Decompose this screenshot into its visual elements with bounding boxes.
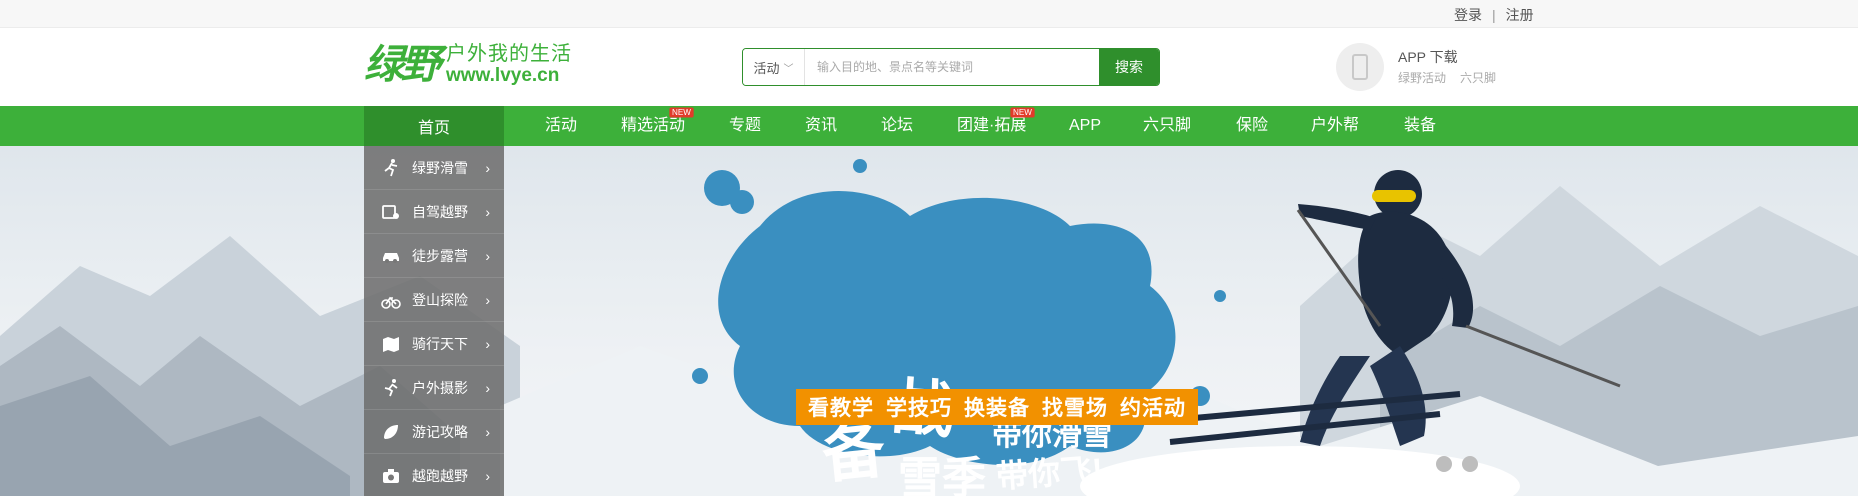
carousel-dot-2[interactable]: [1436, 456, 1452, 472]
category-side-menu: 绿野滑雪 › 自驾越野 › 徒步露营 › 登山探险 › 骑行天下 › 户外摄影 …: [364, 146, 504, 498]
search-bar: 活动 ﹀ 搜索: [742, 48, 1160, 86]
slogan-item: 换装备: [964, 397, 1030, 420]
side-item-travelogue[interactable]: 游记攻略 ›: [364, 410, 504, 454]
nav-item-topics[interactable]: 专题: [729, 106, 761, 146]
side-item-label: 骑行天下: [412, 335, 468, 352]
nav-item-label: 户外帮: [1311, 117, 1360, 134]
banner-title-c: 雪季: [898, 454, 986, 496]
jeep-icon: [380, 201, 402, 223]
map-icon: [380, 333, 402, 355]
side-item-label: 户外摄影: [412, 379, 468, 396]
nav-item-label: 团建·拓展: [957, 117, 1027, 134]
register-link[interactable]: 注册: [1506, 5, 1534, 25]
header: 绿野 户外我的生活 www.lvye.cn 活动 ﹀ 搜索 APP 下载 绿野活…: [0, 28, 1858, 106]
chevron-right-icon: ›: [485, 203, 490, 220]
nav-item-team-building[interactable]: 团建·拓展 NEW: [957, 106, 1035, 146]
slogan-item: 找雪场: [1042, 397, 1108, 420]
app-link-lvye[interactable]: 绿野活动: [1398, 71, 1446, 85]
app-download: APP 下载 绿野活动 六只脚: [1336, 42, 1496, 92]
chevron-right-icon: ›: [485, 467, 490, 484]
side-item-offroad[interactable]: 自驾越野 ›: [364, 190, 504, 234]
search-input[interactable]: [805, 49, 1099, 85]
account-links: 登录 | 注册: [1454, 5, 1534, 25]
phone-icon[interactable]: [1336, 43, 1384, 91]
side-item-label: 绿野滑雪: [412, 159, 468, 176]
divider: |: [1492, 7, 1496, 23]
side-item-label: 自驾越野: [412, 203, 468, 220]
logo-text: 户外我的生活 www.lvye.cn: [446, 43, 572, 87]
nav-item-news[interactable]: 资讯: [805, 106, 837, 146]
slogan-item: 看教学: [808, 397, 874, 420]
nav-item-gear[interactable]: 装备: [1404, 106, 1436, 146]
nav-home[interactable]: 首页: [364, 106, 504, 146]
side-item-trail-running[interactable]: 越跑越野 ›: [364, 454, 504, 498]
nav-item-label: 六只脚: [1143, 117, 1192, 134]
chevron-right-icon: ›: [485, 335, 490, 352]
slogan-item: 约活动: [1120, 397, 1186, 420]
nav-item-6zhijiao[interactable]: 六只脚: [1143, 106, 1191, 146]
logo-url: www.lvye.cn: [446, 65, 560, 86]
side-item-label: 游记攻略: [412, 423, 468, 440]
chevron-right-icon: ›: [485, 423, 490, 440]
chevron-right-icon: ›: [485, 247, 490, 264]
app-links: 绿野活动 六只脚: [1398, 68, 1496, 88]
app-download-title[interactable]: APP 下载: [1398, 46, 1496, 68]
chevron-right-icon: ›: [485, 159, 490, 176]
nav-item-featured[interactable]: 精选活动 NEW: [621, 106, 694, 146]
slogan-item: 学技巧: [886, 397, 952, 420]
logo-slogan: 户外我的生活: [446, 43, 572, 65]
carousel-dot-3[interactable]: [1462, 456, 1478, 472]
side-item-label: 越跑越野: [412, 467, 468, 484]
side-item-ski[interactable]: 绿野滑雪 ›: [364, 146, 504, 190]
nav-item-label: 论坛: [881, 117, 914, 134]
side-item-cycling[interactable]: 骑行天下 ›: [364, 322, 504, 366]
new-badge: NEW: [669, 107, 694, 118]
chevron-right-icon: ›: [485, 291, 490, 308]
side-item-label: 登山探险: [412, 291, 468, 308]
runner-icon: [380, 377, 402, 399]
chevron-down-icon: ﹀: [783, 63, 794, 75]
app-link-6zhijiao[interactable]: 六只脚: [1460, 71, 1496, 85]
banner-slogan-strip: 看教学 学技巧 换装备 找雪场 约活动: [796, 389, 1198, 425]
camera-icon: [380, 465, 402, 487]
nav-item-label: 精选活动: [621, 117, 686, 134]
nav-item-label: 装备: [1404, 117, 1437, 134]
search-category-select[interactable]: 活动 ﹀: [743, 49, 805, 85]
car-icon: [380, 245, 402, 267]
login-link[interactable]: 登录: [1454, 5, 1482, 25]
skier-icon: [380, 157, 402, 179]
side-item-hiking[interactable]: 徒步露营 ›: [364, 234, 504, 278]
bicycle-icon: [380, 289, 402, 311]
nav-item-label: 专题: [729, 117, 762, 134]
nav-item-forum[interactable]: 论坛: [881, 106, 913, 146]
main-nav: 首页 活动 精选活动 NEW 专题 资讯 论坛 团建·拓展 NEW APP 六只脚 …: [0, 106, 1858, 146]
search-category-value: 活动: [753, 60, 780, 76]
nav-item-outdoor-help[interactable]: 户外帮: [1311, 106, 1359, 146]
app-text: APP 下载 绿野活动 六只脚: [1398, 46, 1496, 88]
top-bar: 登录 | 注册: [0, 0, 1858, 28]
nav-item-activity[interactable]: 活动: [545, 106, 577, 146]
side-item-photography[interactable]: 户外摄影 ›: [364, 366, 504, 410]
nav-item-label: 保险: [1236, 117, 1269, 134]
carousel-dots: [1410, 456, 1488, 472]
nav-item-label: 资讯: [805, 117, 838, 134]
carousel-dot-1[interactable]: [1410, 456, 1426, 472]
search-button[interactable]: 搜索: [1099, 49, 1159, 85]
side-item-label: 徒步露营: [412, 247, 468, 264]
site-logo[interactable]: 绿野 户外我的生活 www.lvye.cn: [364, 42, 572, 88]
nav-item-label: APP: [1069, 117, 1102, 134]
new-badge: NEW: [1010, 107, 1035, 118]
leaf-icon: [380, 421, 402, 443]
chevron-right-icon: ›: [485, 379, 490, 396]
nav-item-app[interactable]: APP: [1069, 106, 1101, 146]
logo-mark: 绿野: [364, 42, 441, 88]
banner-tag-2: 带你飞!: [995, 451, 1104, 495]
nav-item-label: 活动: [545, 117, 578, 134]
hero-banner[interactable]: 备 战 雪季 带你滑雪 带你飞!: [0, 146, 1858, 496]
side-item-climbing[interactable]: 登山探险 ›: [364, 278, 504, 322]
nav-item-insurance[interactable]: 保险: [1236, 106, 1268, 146]
